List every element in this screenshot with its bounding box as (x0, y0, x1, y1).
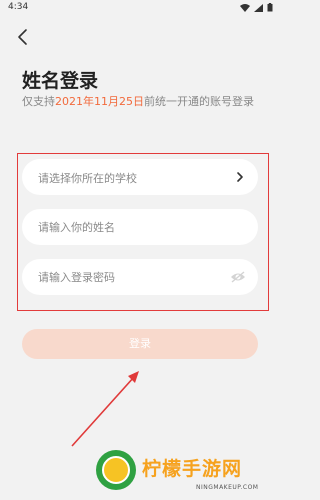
watermark-url: NINGMAKEUP.COM (196, 484, 259, 491)
watermark-name: 柠檬手游网 (142, 458, 243, 480)
watermark-logo: 柠檬手游网 NINGMAKEUP.COM (96, 450, 274, 496)
annotation-arrow (71, 371, 139, 447)
lemon-logo-icon (96, 450, 136, 490)
